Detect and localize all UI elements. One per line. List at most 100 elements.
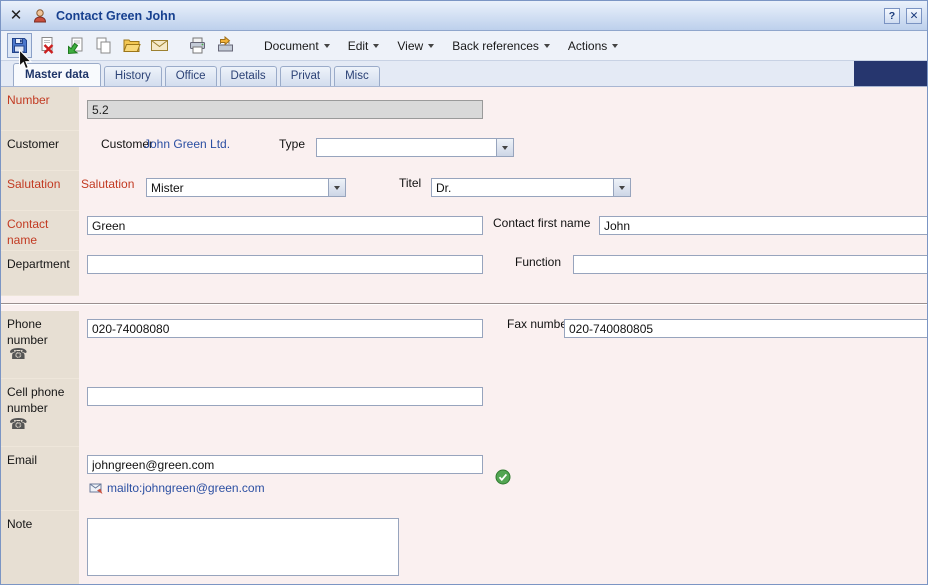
email-input[interactable] [87,455,483,474]
chevron-down-icon [612,44,618,48]
salutation-select[interactable]: Mister [146,178,346,197]
department-row-label: Department [1,251,79,296]
form-row-contact-name: Contact name Contact first name [1,211,927,251]
fax-number-input[interactable] [564,319,928,338]
menu-actions[interactable]: Actions [559,35,627,57]
close-window-icon[interactable]: ✕ [6,6,26,26]
note-row-label: Note [1,511,79,585]
phone-icon[interactable]: ☎ [9,347,28,362]
note-textarea[interactable] [87,518,399,576]
contact-first-name-label: Contact first name [493,216,590,230]
valid-check-icon [495,469,511,490]
form-row-customer: Customer Customer John Green Ltd. Type [1,131,927,171]
mailto-link[interactable]: mailto:johngreen@green.com [89,481,265,495]
print-icon [188,36,207,55]
function-label: Function [515,255,561,269]
chevron-down-icon [373,44,379,48]
copy-button[interactable] [91,33,116,58]
contact-window: ✕ Contact Green John ? ✕ [0,0,928,585]
mailto-icon [89,481,103,495]
title-bar: ✕ Contact Green John ? ✕ [1,1,927,31]
menu-back-references-label: Back references [452,39,539,53]
titel-select-value: Dr. [432,179,613,196]
delete-button[interactable] [35,33,60,58]
titel-select[interactable]: Dr. [431,178,631,197]
tab-bar-right-panel [854,61,927,86]
form-separator [1,296,927,311]
department-input[interactable] [87,255,483,274]
salutation-field-label: Salutation [81,177,134,191]
form-row-salutation: Salutation Salutation Mister Titel Dr. [1,171,927,211]
menu-view[interactable]: View [388,35,443,57]
number-input [87,100,483,119]
menu-document-label: Document [264,39,319,53]
cell-phone-row-label-cell: Cell phone number ☎ [1,379,79,447]
salutation-row-label: Salutation [1,171,79,211]
menu-actions-label: Actions [568,39,607,53]
salutation-select-value: Mister [147,179,328,196]
fax-icon [216,36,235,55]
titel-label: Titel [399,176,421,190]
menu-bar: Document Edit View Back references Actio… [255,35,627,57]
tab-bar: Master data History Office Details Priva… [1,61,927,87]
delete-icon [38,36,57,55]
chevron-down-icon[interactable] [328,179,345,196]
close-button[interactable]: ✕ [906,8,922,24]
window-title: Contact Green John [56,9,175,23]
cell-phone-row-label: Cell phone number [7,385,64,415]
phone-input[interactable] [87,319,483,338]
mail-icon [150,36,169,55]
phone-icon[interactable]: ☎ [9,417,28,432]
form-row-note: Note [1,511,927,585]
menu-document[interactable]: Document [255,35,339,57]
type-select[interactable] [316,138,514,157]
print-button[interactable] [185,33,210,58]
customer-link[interactable]: John Green Ltd. [144,137,230,151]
chevron-down-icon [428,44,434,48]
import-button[interactable] [63,33,88,58]
form-row-department: Department Function [1,251,927,296]
form-row-number: Number [1,87,927,131]
tab-privat[interactable]: Privat [280,66,331,86]
chevron-down-icon [544,44,550,48]
customer-row-label: Customer [1,131,79,171]
form-row-cell-phone: Cell phone number ☎ [1,379,927,447]
contact-name-input[interactable] [87,216,483,235]
master-data-form: Number Customer Customer John Green Ltd.… [1,87,927,585]
type-select-value [317,139,496,156]
menu-back-references[interactable]: Back references [443,35,559,57]
separator-line [1,303,927,305]
save-icon [10,36,29,55]
toolbar: Document Edit View Back references Actio… [1,31,927,61]
contact-icon [32,8,48,24]
contact-first-name-input[interactable] [599,216,928,235]
tab-master-data[interactable]: Master data [13,63,101,86]
function-input[interactable] [573,255,928,274]
tab-office[interactable]: Office [165,66,217,86]
fax-button[interactable] [213,33,238,58]
email-row-label: Email [1,447,79,511]
chevron-down-icon[interactable] [613,179,630,196]
open-folder-button[interactable] [119,33,144,58]
fax-number-label: Fax number [507,317,571,331]
phone-row-label: Phone number [7,317,48,347]
tab-details[interactable]: Details [220,66,277,86]
form-row-phone: Phone number ☎ Fax number [1,311,927,379]
tab-misc[interactable]: Misc [334,66,380,86]
cell-phone-input[interactable] [87,387,483,406]
chevron-down-icon [324,44,330,48]
tab-history[interactable]: History [104,66,162,86]
menu-edit[interactable]: Edit [339,35,389,57]
type-label: Type [279,137,305,151]
mail-button[interactable] [147,33,172,58]
contact-name-row-label: Contact name [1,211,79,251]
menu-edit-label: Edit [348,39,369,53]
copy-icon [94,36,113,55]
save-button[interactable] [7,33,32,58]
help-button[interactable]: ? [884,8,900,24]
menu-view-label: View [397,39,423,53]
number-row-label: Number [1,87,79,131]
chevron-down-icon[interactable] [496,139,513,156]
form-row-email: Email mailto:johngreen@green.com [1,447,927,511]
mailto-link-text: mailto:johngreen@green.com [107,481,265,495]
